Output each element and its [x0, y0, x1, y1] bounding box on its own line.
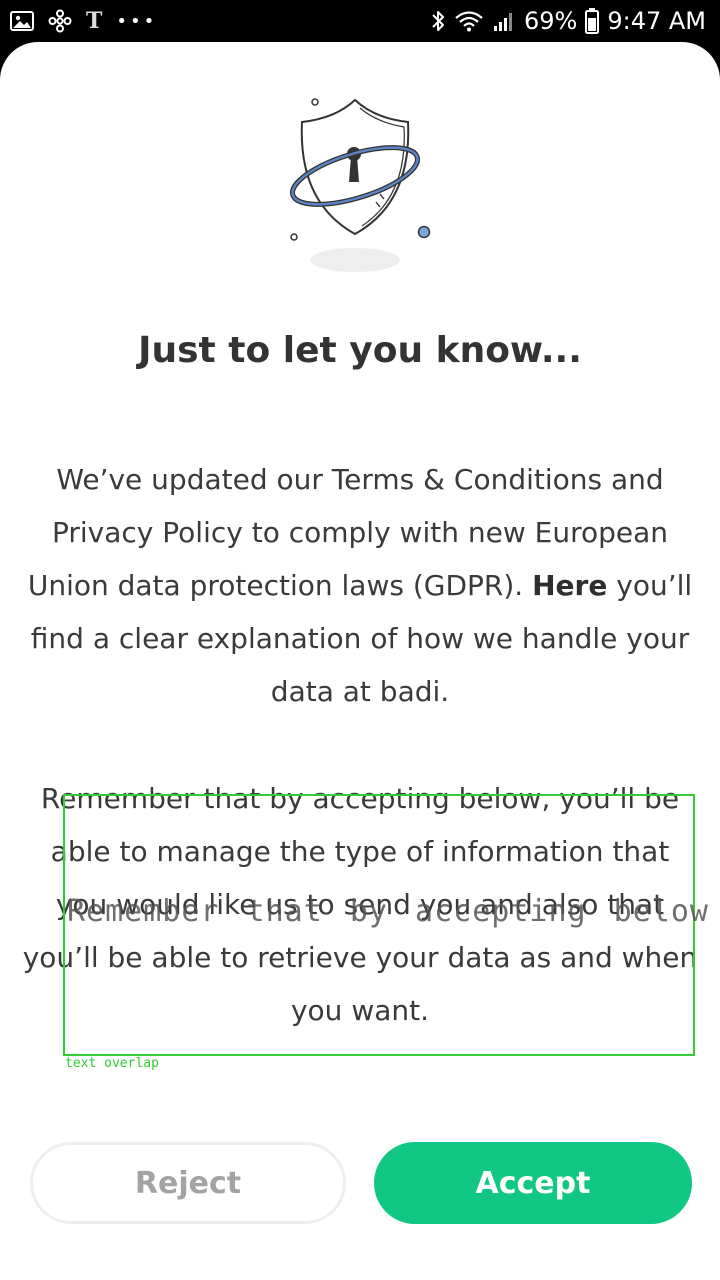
text-overlap-label: text overlap	[65, 1056, 159, 1071]
wifi-icon	[454, 9, 484, 33]
gdpr-update-paragraph: We’ve updated our Terms & Conditions and…	[22, 453, 698, 718]
battery-icon	[585, 8, 600, 34]
bluetooth-icon	[430, 9, 446, 33]
shield-lock-illustration	[290, 98, 431, 272]
accept-button[interactable]: Accept	[374, 1142, 692, 1224]
dialog-title: Just to let you know...	[138, 330, 582, 371]
status-bar-left: T •••	[10, 6, 157, 36]
screen: T ••• 69% 9:47 AM Just to let you know..…	[0, 0, 720, 1280]
here-link[interactable]: Here	[532, 569, 607, 602]
text-app-icon: T	[86, 8, 103, 34]
status-bar-right: 69% 9:47 AM	[430, 6, 706, 36]
more-notifications-icon: •••	[116, 10, 158, 32]
cell-signal-icon	[492, 9, 516, 33]
gdpr-dialog: Just to let you know... We’ve updated ou…	[0, 42, 720, 1280]
text-overlap-ghost-text: Remember that by accepting below	[67, 894, 709, 929]
gallery-icon	[10, 10, 34, 32]
status-bar: T ••• 69% 9:47 AM	[0, 0, 720, 42]
clock: 9:47 AM	[607, 7, 706, 35]
reject-button[interactable]: Reject	[30, 1142, 346, 1224]
pinwheel-icon	[48, 9, 72, 33]
battery-percent: 69%	[524, 7, 578, 35]
